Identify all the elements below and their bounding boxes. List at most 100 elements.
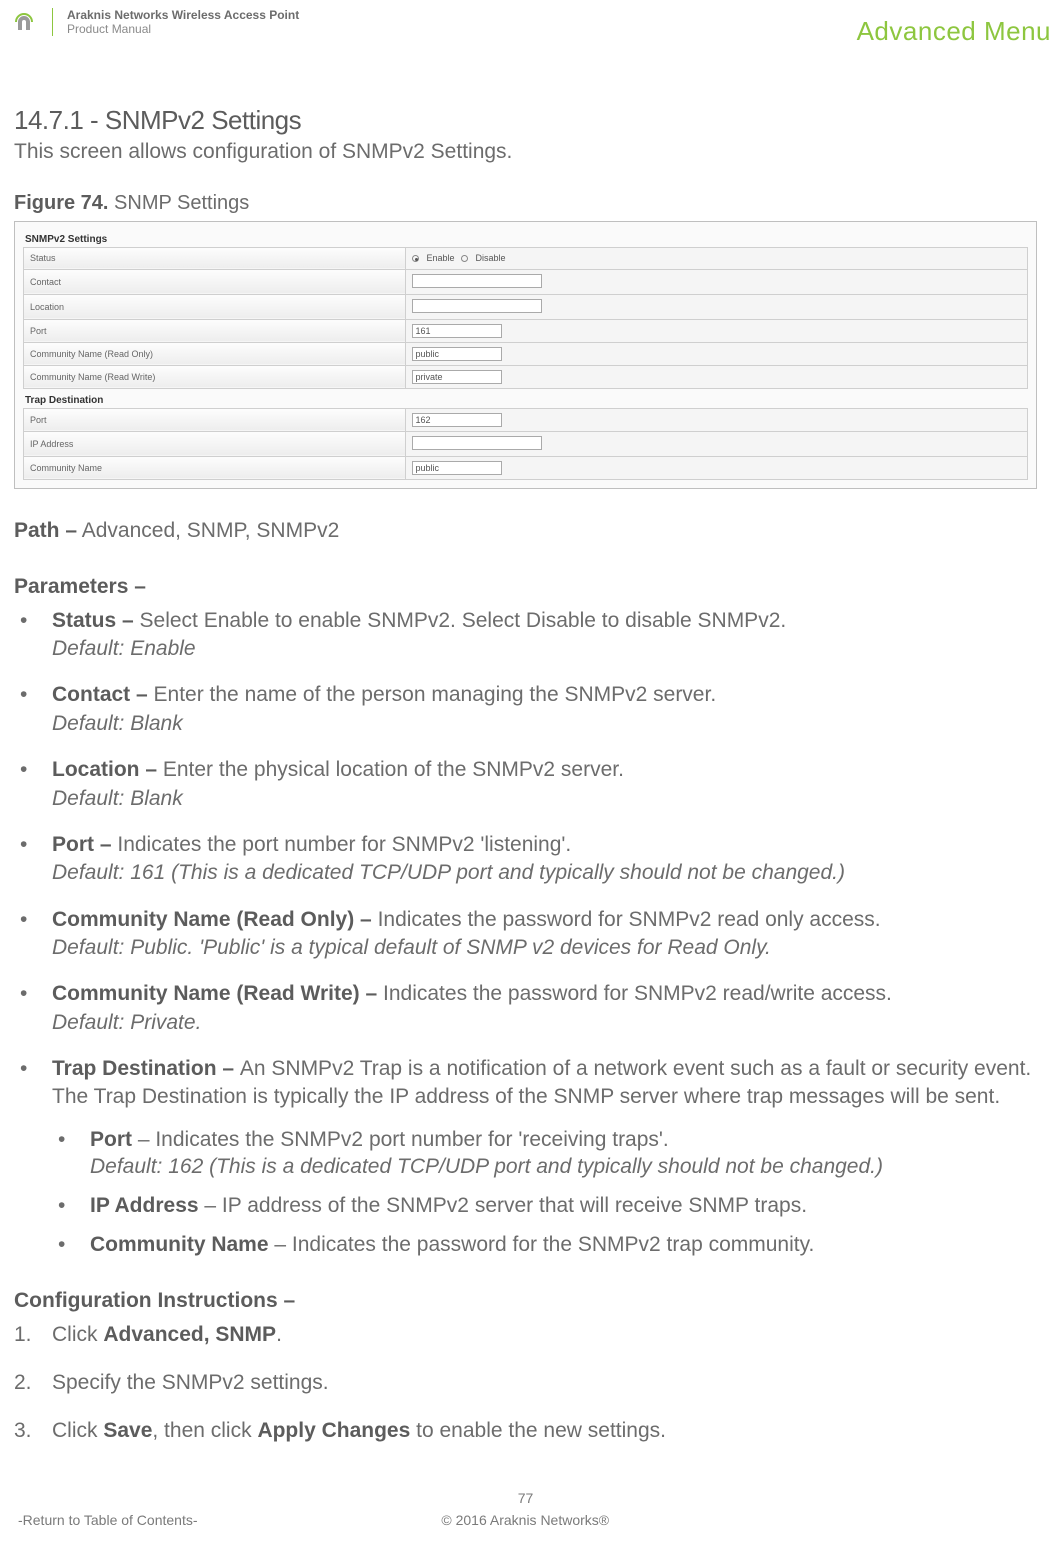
page-footer: 77 -Return to Table of Contents- © 2016 … xyxy=(0,1490,1051,1528)
param-desc: Indicates the password for SNMPv2 read/w… xyxy=(383,982,892,1005)
step-pre: Click xyxy=(52,1419,103,1442)
return-to-toc-link[interactable]: -Return to Table of Contents- xyxy=(18,1512,198,1528)
ss-trap-port-input[interactable]: 162 xyxy=(412,413,502,427)
ss-row-comm-ro: Community Name (Read Only) public xyxy=(24,342,1028,365)
parameters-list: Status – Select Enable to enable SNMPv2.… xyxy=(14,607,1037,1259)
step-bold2: Apply Changes xyxy=(257,1419,410,1442)
sub-comm: Community Name – Indicates the password … xyxy=(52,1231,1037,1258)
param-comm-rw: Community Name (Read Write) – Indicates … xyxy=(14,980,1037,1037)
ss-row-trap-comm: Community Name public xyxy=(24,456,1028,479)
ss-contact-input[interactable] xyxy=(412,274,542,288)
ss-table-1: Status Enable Disable Contact Location xyxy=(23,247,1028,389)
step-mid: , then click xyxy=(152,1419,257,1442)
sub-name: Community Name xyxy=(90,1233,269,1256)
ss-label: Port xyxy=(24,408,406,431)
sub-name: Port xyxy=(90,1128,132,1151)
sub-desc: – Indicates the SNMPv2 port number for '… xyxy=(132,1128,669,1151)
param-default: Default: 161 (This is a dedicated TCP/UD… xyxy=(52,859,1037,887)
radio-enable-icon[interactable] xyxy=(412,255,419,262)
param-name: Community Name (Read Write) – xyxy=(52,982,383,1005)
step-number: 3. xyxy=(14,1417,32,1445)
param-name: Trap Destination – xyxy=(52,1057,240,1080)
ss-label: Contact xyxy=(24,269,406,294)
ss-label: Status xyxy=(24,247,406,269)
path-line: Path – Advanced, SNMP, SNMPv2 xyxy=(14,519,1037,543)
ss-status-radios[interactable]: Enable Disable xyxy=(405,247,1027,269)
param-default: Default: Blank xyxy=(52,710,1037,738)
section-intro: This screen allows configuration of SNMP… xyxy=(14,140,1037,164)
param-default: Default: Public. 'Public' is a typical d… xyxy=(52,934,1037,962)
param-default: Default: Blank xyxy=(52,785,1037,813)
trap-sub-list: Port – Indicates the SNMPv2 port number … xyxy=(52,1126,1037,1259)
ss-comm-rw-input[interactable]: private xyxy=(412,370,502,384)
param-name: Port – xyxy=(52,833,117,856)
ss-row-port: Port 161 xyxy=(24,319,1028,342)
ss-row-location: Location xyxy=(24,294,1028,319)
ss-comm-ro-input[interactable]: public xyxy=(412,347,502,361)
param-name: Status – xyxy=(52,609,140,632)
step-number: 1. xyxy=(14,1321,32,1349)
param-location: Location – Enter the physical location o… xyxy=(14,756,1037,813)
ss-port-input[interactable]: 161 xyxy=(412,324,502,338)
ss-label: Location xyxy=(24,294,406,319)
step-pre: Click xyxy=(52,1323,103,1346)
logo-block: Araknis Networks Wireless Access Point P… xyxy=(10,8,299,37)
ss-row-comm-rw: Community Name (Read Write) private xyxy=(24,365,1028,388)
ss-label: Community Name (Read Only) xyxy=(24,342,406,365)
ss-group2-header: Trap Destination xyxy=(23,391,1028,408)
config-step-2: 2. Specify the SNMPv2 settings. xyxy=(14,1369,1037,1397)
param-desc: Indicates the password for SNMPv2 read o… xyxy=(378,908,881,931)
ss-label: Port xyxy=(24,319,406,342)
radio-enable-label: Enable xyxy=(427,253,455,263)
config-step-3: 3. Click Save, then click Apply Changes … xyxy=(14,1417,1037,1445)
param-desc: Enter the name of the person managing th… xyxy=(154,683,717,706)
sub-port: Port – Indicates the SNMPv2 port number … xyxy=(52,1126,1037,1181)
param-name: Location – xyxy=(52,758,163,781)
araknis-logo-icon xyxy=(10,8,38,36)
advanced-menu-label: Advanced Menu xyxy=(857,16,1051,47)
parameters-heading: Parameters – xyxy=(14,575,1037,599)
param-status: Status – Select Enable to enable SNMPv2.… xyxy=(14,607,1037,664)
snmp-settings-screenshot: SNMPv2 Settings Status Enable Disable Co… xyxy=(14,221,1037,489)
param-trap-destination: Trap Destination – An SNMPv2 Trap is a n… xyxy=(14,1055,1037,1259)
param-desc: Select Enable to enable SNMPv2. Select D… xyxy=(140,609,787,632)
figure-caption: SNMP Settings xyxy=(114,192,249,214)
page-number: 77 xyxy=(0,1490,1051,1506)
ss-row-status: Status Enable Disable xyxy=(24,247,1028,269)
radio-disable-icon[interactable] xyxy=(461,255,468,262)
step-pre: Specify the SNMPv2 settings. xyxy=(52,1371,329,1394)
header-divider xyxy=(52,8,53,36)
param-name: Community Name (Read Only) – xyxy=(52,908,378,931)
step-number: 2. xyxy=(14,1369,32,1397)
ss-table-2: Port 162 IP Address Community Name publi… xyxy=(23,408,1028,480)
radio-disable-label: Disable xyxy=(476,253,506,263)
step-post: . xyxy=(276,1323,282,1346)
ss-label: IP Address xyxy=(24,431,406,456)
header-titles: Araknis Networks Wireless Access Point P… xyxy=(67,8,299,37)
param-contact: Contact – Enter the name of the person m… xyxy=(14,681,1037,738)
sub-default: Default: 162 (This is a dedicated TCP/UD… xyxy=(90,1153,1037,1180)
figure-label: Figure 74. SNMP Settings xyxy=(14,192,1037,215)
ss-row-trap-ip: IP Address xyxy=(24,431,1028,456)
sub-desc: – IP address of the SNMPv2 server that w… xyxy=(199,1194,807,1217)
param-comm-ro: Community Name (Read Only) – Indicates t… xyxy=(14,906,1037,963)
path-value: Advanced, SNMP, SNMPv2 xyxy=(82,519,340,542)
ss-trap-comm-input[interactable]: public xyxy=(412,461,502,475)
path-label: Path – xyxy=(14,519,77,542)
ss-trap-ip-input[interactable] xyxy=(412,436,542,450)
ss-label: Community Name (Read Write) xyxy=(24,365,406,388)
config-steps: 1. Click Advanced, SNMP. 2. Specify the … xyxy=(14,1321,1037,1446)
step-bold: Advanced, SNMP xyxy=(103,1323,276,1346)
step-bold: Save xyxy=(103,1419,152,1442)
sub-ip: IP Address – IP address of the SNMPv2 se… xyxy=(52,1192,1037,1219)
copyright-text: © 2016 Araknis Networks® xyxy=(441,1512,609,1528)
config-heading: Configuration Instructions – xyxy=(14,1289,1037,1313)
header-title: Araknis Networks Wireless Access Point xyxy=(67,8,299,22)
step-post: to enable the new settings. xyxy=(410,1419,666,1442)
param-name: Contact – xyxy=(52,683,154,706)
ss-location-input[interactable] xyxy=(412,299,542,313)
config-step-1: 1. Click Advanced, SNMP. xyxy=(14,1321,1037,1349)
param-default: Default: Private. xyxy=(52,1009,1037,1037)
header-subtitle: Product Manual xyxy=(67,22,299,36)
ss-row-contact: Contact xyxy=(24,269,1028,294)
